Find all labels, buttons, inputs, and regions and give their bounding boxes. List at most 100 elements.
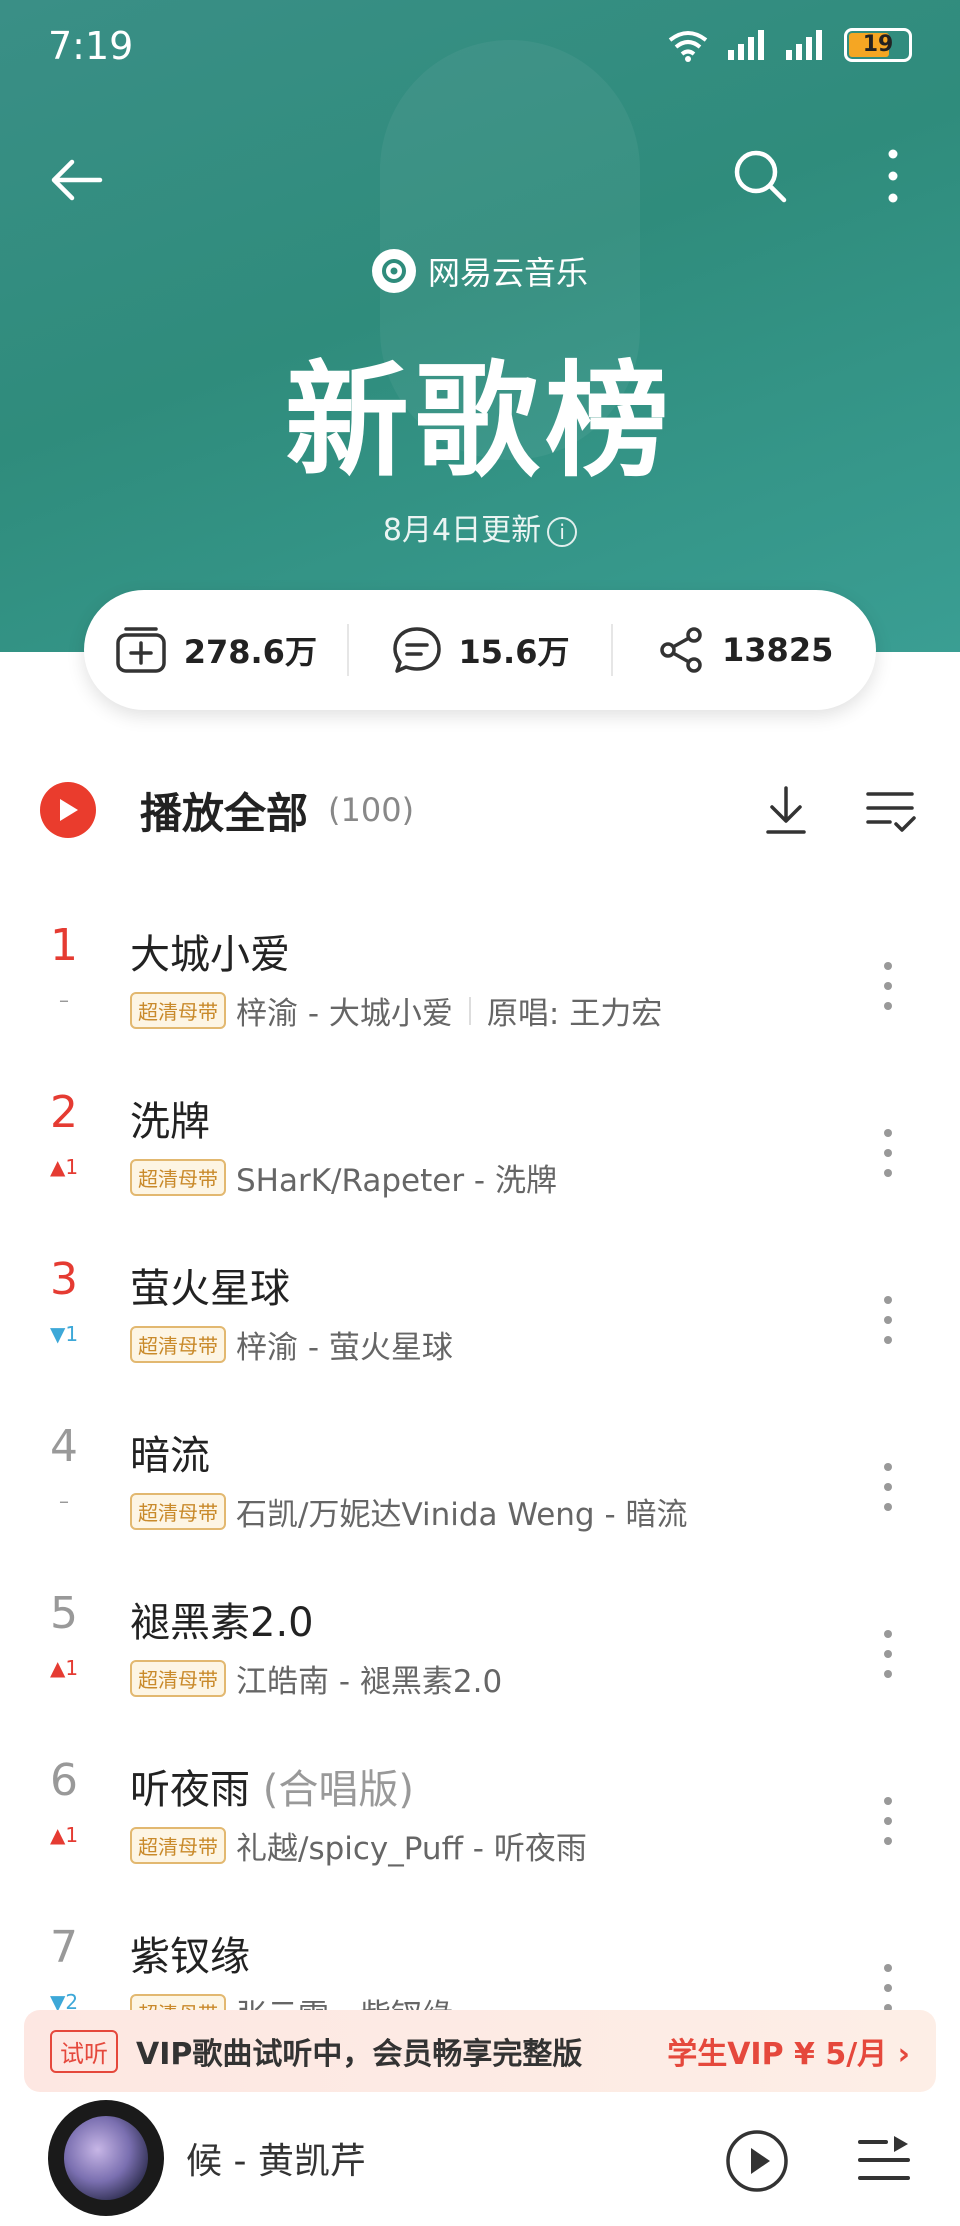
rank-change: ▲1 bbox=[49, 1823, 79, 1847]
song-original-singer: 原唱: 王力宏 bbox=[486, 996, 663, 1032]
song-meta: 超清母带 SHarK/Rapeter - 洗牌 bbox=[130, 1155, 557, 1200]
collect-count: 278.6万 bbox=[183, 633, 317, 671]
master-quality-badge: 超清母带 bbox=[130, 1493, 226, 1530]
song-more-icon[interactable] bbox=[876, 1624, 900, 1684]
battery-level: 19 bbox=[862, 32, 894, 57]
song-title-text: 萤火星球 bbox=[130, 1266, 290, 1312]
song-title-text: 听夜雨 bbox=[130, 1767, 250, 1813]
song-title: 大城小爱 bbox=[130, 922, 290, 980]
playlist-icon[interactable] bbox=[856, 2132, 912, 2188]
song-title-text: 褪黑素2.0 bbox=[130, 1600, 314, 1646]
song-rank: 6 bbox=[50, 1755, 78, 1806]
song-rank: 5 bbox=[50, 1588, 78, 1639]
player-play-icon[interactable] bbox=[724, 2128, 790, 2194]
multi-select-icon[interactable] bbox=[862, 780, 918, 840]
song-version: (合唱版) bbox=[250, 1767, 414, 1813]
song-title: 褪黑素2.0 bbox=[130, 1590, 314, 1648]
song-rank: 4 bbox=[50, 1421, 78, 1472]
song-artist-album: 梓渝 - 大城小爱 bbox=[236, 996, 453, 1032]
song-rank: 2 bbox=[50, 1087, 78, 1138]
song-more-icon[interactable] bbox=[876, 1290, 900, 1350]
chart-header: 7:19 19 网易云音乐 新歌榜 8月4日更新 i bbox=[0, 0, 960, 652]
search-icon[interactable] bbox=[730, 146, 790, 206]
rank-change: ▼1 bbox=[49, 1322, 79, 1346]
comment-count: 15.6万 bbox=[458, 633, 570, 671]
battery-icon: 19 bbox=[844, 28, 912, 62]
song-title: 洗牌 bbox=[130, 1089, 210, 1147]
song-row[interactable]: 6 ▲1 听夜雨 (合唱版) 超清母带 礼越/spicy_Puff - 听夜雨 bbox=[0, 1747, 960, 1897]
song-more-icon[interactable] bbox=[876, 1123, 900, 1183]
song-meta: 超清母带 石凯/万妮达Vinida Weng - 暗流 bbox=[130, 1489, 688, 1534]
song-artist-album: SHarK/Rapeter - 洗牌 bbox=[236, 1163, 557, 1199]
song-artist-album: 江皓南 - 褪黑素2.0 bbox=[236, 1664, 503, 1700]
status-bar: 7:19 19 bbox=[0, 0, 960, 96]
play-all-label: 播放全部 bbox=[140, 788, 309, 838]
song-title-text: 紫钗缘 bbox=[130, 1934, 250, 1980]
page-title: 新歌榜 bbox=[284, 350, 675, 494]
netease-logo-icon bbox=[371, 249, 416, 293]
wifi-icon bbox=[668, 31, 708, 62]
song-meta: 超清母带 梓渝 - 大城小爱 原唱: 王力宏 bbox=[130, 988, 662, 1033]
vip-trial-text: VIP歌曲试听中，会员畅享完整版 bbox=[136, 2037, 583, 2072]
play-all-count: (100) bbox=[328, 791, 415, 829]
download-icon[interactable] bbox=[758, 780, 814, 840]
vip-trial-banner[interactable]: 试听 VIP歌曲试听中，会员畅享完整版 学生VIP ¥ 5/月 › bbox=[24, 2010, 936, 2092]
song-row[interactable]: 2 ▲1 洗牌 超清母带 SHarK/Rapeter - 洗牌 bbox=[0, 1079, 960, 1229]
master-quality-badge: 超清母带 bbox=[130, 1827, 226, 1864]
share-button[interactable]: 13825 bbox=[613, 625, 876, 675]
song-rank: 1 bbox=[50, 920, 78, 971]
song-title-text: 洗牌 bbox=[130, 1099, 210, 1145]
song-artist-album: 礼越/spicy_Puff - 听夜雨 bbox=[236, 1831, 587, 1867]
brand-name: 网易云音乐 bbox=[427, 254, 588, 292]
album-art[interactable] bbox=[48, 2100, 164, 2216]
master-quality-badge: 超清母带 bbox=[130, 1159, 226, 1196]
rank-change: ▲1 bbox=[49, 1656, 79, 1680]
song-title: 听夜雨 (合唱版) bbox=[130, 1757, 414, 1815]
signal-icon-2 bbox=[786, 30, 822, 60]
song-meta: 超清母带 江皓南 - 褪黑素2.0 bbox=[130, 1656, 502, 1701]
info-icon[interactable]: i bbox=[547, 516, 578, 547]
update-text: 8月4日更新 bbox=[382, 513, 542, 548]
song-more-icon[interactable] bbox=[876, 1791, 900, 1851]
share-icon bbox=[660, 627, 702, 673]
stats-card: 278.6万 15.6万 13825 bbox=[84, 590, 876, 710]
song-more-icon[interactable] bbox=[876, 1958, 900, 2018]
song-row[interactable]: 1 – 大城小爱 超清母带 梓渝 - 大城小爱 原唱: 王力宏 bbox=[0, 912, 960, 1062]
more-vertical-icon[interactable] bbox=[875, 146, 911, 206]
play-all-row[interactable]: 播放全部 (100) bbox=[40, 780, 920, 840]
song-more-icon[interactable] bbox=[876, 1457, 900, 1517]
rank-change: – bbox=[59, 1489, 69, 1513]
song-rank: 7 bbox=[50, 1922, 78, 1973]
song-rank: 3 bbox=[50, 1254, 78, 1305]
song-row[interactable]: 3 ▼1 萤火星球 超清母带 梓渝 - 萤火星球 bbox=[0, 1246, 960, 1396]
song-title-text: 暗流 bbox=[130, 1433, 210, 1479]
master-quality-badge: 超清母带 bbox=[130, 992, 226, 1029]
song-artist-album: 梓渝 - 萤火星球 bbox=[236, 1330, 453, 1366]
status-time: 7:19 bbox=[48, 24, 134, 68]
song-title: 暗流 bbox=[130, 1423, 210, 1481]
trial-tag: 试听 bbox=[50, 2029, 118, 2073]
share-count: 13825 bbox=[722, 631, 834, 669]
song-more-icon[interactable] bbox=[876, 956, 900, 1016]
song-title: 萤火星球 bbox=[130, 1256, 290, 1314]
meta-separator bbox=[468, 996, 471, 1025]
back-arrow-icon[interactable] bbox=[46, 150, 106, 210]
update-time: 8月4日更新 i bbox=[0, 505, 960, 549]
student-vip-link[interactable]: 学生VIP ¥ 5/月 › bbox=[667, 2029, 910, 2073]
album-cover bbox=[64, 2116, 148, 2200]
song-title: 紫钗缘 bbox=[130, 1924, 250, 1982]
mini-player[interactable]: 候 - 黄凯芹 bbox=[0, 2092, 960, 2226]
song-meta: 超清母带 礼越/spicy_Puff - 听夜雨 bbox=[130, 1823, 587, 1868]
collect-button[interactable]: 278.6万 bbox=[84, 625, 347, 675]
play-all-button[interactable] bbox=[40, 782, 96, 838]
rank-change: – bbox=[59, 988, 69, 1012]
now-playing-text: 候 - 黄凯芹 bbox=[186, 2141, 366, 2182]
rank-change: ▲1 bbox=[49, 1155, 79, 1179]
song-artist-album: 石凯/万妮达Vinida Weng - 暗流 bbox=[236, 1497, 688, 1533]
comment-icon bbox=[392, 627, 441, 673]
status-icons: 19 bbox=[666, 28, 912, 62]
song-row[interactable]: 4 – 暗流 超清母带 石凯/万妮达Vinida Weng - 暗流 bbox=[0, 1413, 960, 1563]
song-row[interactable]: 5 ▲1 褪黑素2.0 超清母带 江皓南 - 褪黑素2.0 bbox=[0, 1580, 960, 1730]
comment-button[interactable]: 15.6万 bbox=[349, 625, 612, 675]
brand: 网易云音乐 bbox=[0, 248, 960, 294]
